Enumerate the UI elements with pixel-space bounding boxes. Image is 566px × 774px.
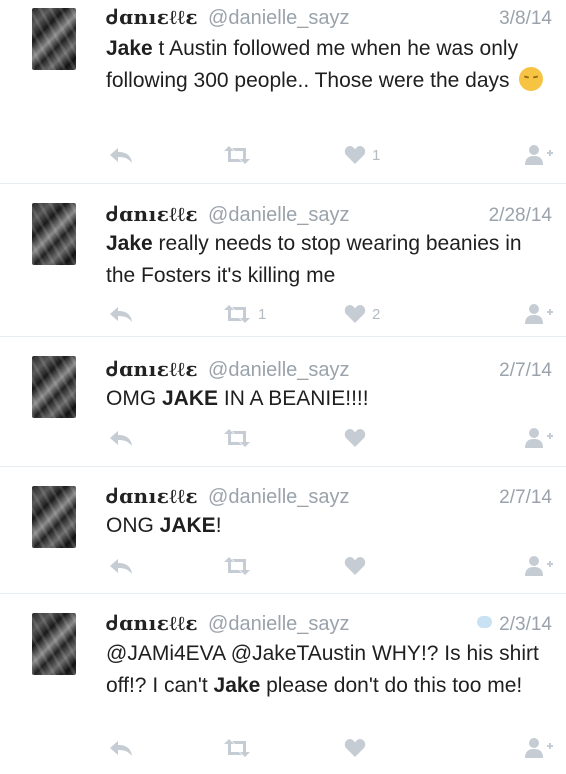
like-button[interactable] <box>344 426 366 450</box>
heart-icon <box>344 557 366 575</box>
retweet-button[interactable] <box>222 554 252 578</box>
highlight-keyword: Jake <box>106 232 153 255</box>
tweet-date[interactable]: 2/7/14 <box>499 487 552 509</box>
tweet-actions <box>0 736 566 760</box>
heart-icon <box>344 146 366 164</box>
reply-button[interactable] <box>108 302 134 326</box>
highlight-keyword: JAKE <box>162 387 219 410</box>
retweet-icon <box>224 146 250 164</box>
like-count: 1 <box>372 146 381 164</box>
heart-icon <box>344 305 366 323</box>
highlight-keyword: Jake <box>213 674 261 697</box>
text-segment: ONG <box>106 514 160 537</box>
user-handle[interactable]: @danielle_sayz <box>208 486 350 509</box>
reply-button[interactable] <box>108 736 134 760</box>
retweet-button[interactable]: 1 <box>222 302 266 326</box>
text-segment: please don't do this too me! <box>260 674 523 697</box>
retweet-icon <box>224 429 250 447</box>
tweet-text: @JAMi4EVA @JakeTAustin WHY!? Is his shir… <box>106 638 548 702</box>
reply-icon <box>110 559 132 574</box>
tweet-header: ᑯɑnıεℓℓε @danielle_sayz 2/28/14 <box>106 202 552 228</box>
display-name[interactable]: ᑯɑnıεℓℓε <box>106 484 198 509</box>
highlight-keyword: JAKE <box>159 514 216 537</box>
add-user-icon <box>525 428 553 448</box>
heart-icon <box>344 429 366 447</box>
display-name[interactable]: ᑯɑnıεℓℓε <box>106 5 198 30</box>
reply-icon <box>110 431 132 446</box>
retweet-icon <box>224 305 250 323</box>
user-handle[interactable]: @danielle_sayz <box>208 204 350 227</box>
display-name[interactable]: ᑯɑnıεℓℓε <box>106 357 198 382</box>
tweet-date-wrap: 2/3/14 <box>477 614 552 636</box>
reply-icon <box>110 741 132 756</box>
add-user-icon <box>525 145 553 165</box>
user-handle[interactable]: @danielle_sayz <box>208 7 350 30</box>
heart-icon <box>344 739 366 757</box>
like-button[interactable]: 1 <box>344 143 380 167</box>
follow-button[interactable] <box>524 554 554 578</box>
tweet-date[interactable]: 3/8/14 <box>499 8 552 30</box>
add-user-icon <box>525 556 553 576</box>
avatar[interactable] <box>32 613 76 675</box>
follow-button[interactable] <box>524 736 554 760</box>
tweet-actions: 1 2 <box>0 302 566 326</box>
retweet-icon <box>224 557 250 575</box>
retweet-button[interactable] <box>222 143 258 167</box>
tweet[interactable]: ᑯɑnıεℓℓε @danielle_sayz 2/3/14 @JAMi4EVA… <box>0 594 566 774</box>
display-name[interactable]: ᑯɑnıεℓℓε <box>106 611 198 636</box>
reply-icon <box>110 307 132 322</box>
tweet-text: ONG JAKE! <box>106 510 548 542</box>
retweet-count: 1 <box>258 305 267 323</box>
tweet-actions: 1 <box>0 143 566 167</box>
tweet-timeline: ᑯɑnıεℓℓε @danielle_sayz 3/8/14 Jake t Au… <box>0 0 566 774</box>
user-handle[interactable]: @danielle_sayz <box>208 613 350 636</box>
tweet-header: ᑯɑnıεℓℓε @danielle_sayz 2/7/14 <box>106 357 552 383</box>
reply-button[interactable] <box>108 554 134 578</box>
follow-button[interactable] <box>524 426 554 450</box>
like-button[interactable] <box>344 554 366 578</box>
tweet-date[interactable]: 2/7/14 <box>499 360 552 382</box>
like-button[interactable] <box>344 736 366 760</box>
reply-icon <box>110 148 132 163</box>
speech-bubble-icon <box>477 616 493 628</box>
reply-button[interactable] <box>108 143 134 167</box>
add-user-icon <box>525 738 553 758</box>
text-segment: ! <box>215 514 222 537</box>
tweet-header: ᑯɑnıεℓℓε @danielle_sayz 2/3/14 <box>106 611 552 637</box>
display-name[interactable]: ᑯɑnıεℓℓε <box>106 202 198 227</box>
tweet[interactable]: ᑯɑnıεℓℓε @danielle_sayz 2/28/14 Jake rea… <box>0 184 566 337</box>
pensive-face-emoji <box>519 67 544 91</box>
tweet-date[interactable]: 2/28/14 <box>489 205 552 227</box>
add-user-icon <box>525 304 553 324</box>
tweet-header: ᑯɑnıεℓℓε @danielle_sayz 3/8/14 <box>106 5 552 31</box>
avatar[interactable] <box>32 486 76 548</box>
retweet-button[interactable] <box>222 426 252 450</box>
avatar[interactable] <box>32 8 76 70</box>
tweet-text: Jake t Austin followed me when he was on… <box>106 33 548 97</box>
retweet-button[interactable] <box>222 736 252 760</box>
tweet-actions <box>0 554 566 578</box>
like-count: 2 <box>372 305 381 323</box>
user-handle[interactable]: @danielle_sayz <box>208 359 350 382</box>
tweet-date[interactable]: 2/3/14 <box>499 614 552 635</box>
tweet[interactable]: ᑯɑnıεℓℓε @danielle_sayz 3/8/14 Jake t Au… <box>0 0 566 184</box>
follow-button[interactable] <box>524 302 554 326</box>
retweet-icon <box>224 739 250 757</box>
reply-button[interactable] <box>108 426 134 450</box>
tweet-header: ᑯɑnıεℓℓε @danielle_sayz 2/7/14 <box>106 484 552 510</box>
text-segment: really needs to stop wearing beanies in … <box>106 232 522 287</box>
tweet-actions <box>0 426 566 450</box>
tweet-text: Jake really needs to stop wearing beanie… <box>106 228 548 292</box>
tweet[interactable]: ᑯɑnıεℓℓε @danielle_sayz 2/7/14 OMG JAKE … <box>0 337 566 467</box>
avatar[interactable] <box>32 203 76 265</box>
follow-button[interactable] <box>524 143 554 167</box>
text-segment: IN A BEANIE!!!! <box>218 387 369 410</box>
text-segment: t Austin followed me when he was only fo… <box>106 37 519 92</box>
avatar[interactable] <box>32 356 76 418</box>
tweet[interactable]: ᑯɑnıεℓℓε @danielle_sayz 2/7/14 ONG JAKE! <box>0 467 566 594</box>
like-button[interactable]: 2 <box>344 302 380 326</box>
text-segment: OMG <box>106 387 162 410</box>
tweet-text: OMG JAKE IN A BEANIE!!!! <box>106 383 548 415</box>
highlight-keyword: Jake <box>106 37 153 60</box>
